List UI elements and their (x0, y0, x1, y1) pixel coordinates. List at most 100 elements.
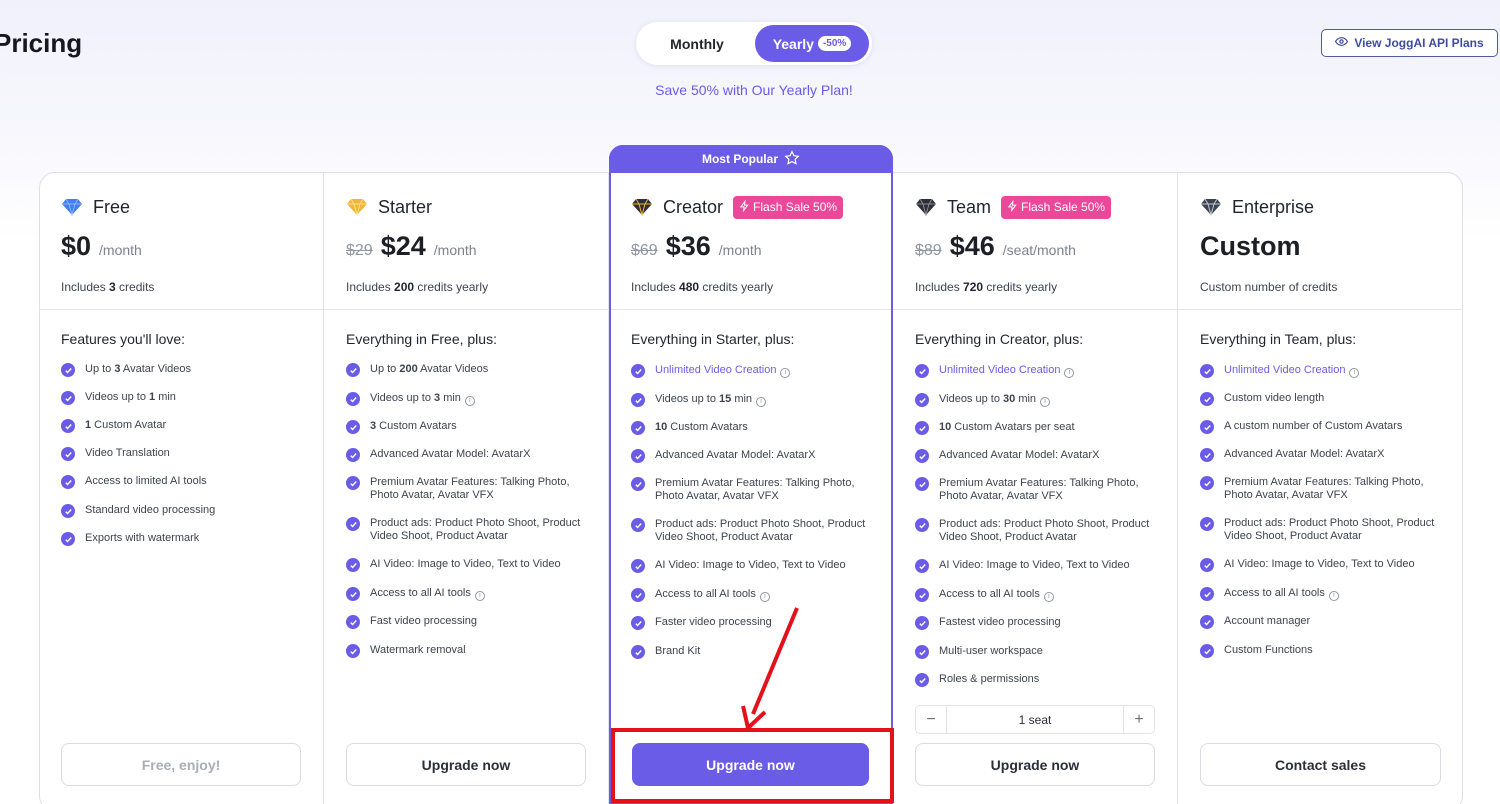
toggle-yearly[interactable]: Yearly -50% (755, 25, 869, 62)
check-icon (1200, 517, 1214, 531)
upgrade-now-button[interactable]: Upgrade now (346, 743, 586, 786)
feature-text-main: Unlimited Video Creation (1224, 364, 1346, 376)
credits-prefix: Includes (915, 280, 964, 294)
feature-item: 3 Custom Avatars (346, 420, 590, 434)
info-icon[interactable]: i (756, 396, 767, 407)
feature-text: Videos up to 30 min i (939, 393, 1051, 407)
seat-decrement-button[interactable]: − (916, 706, 946, 733)
check-icon (631, 616, 645, 630)
feature-item: Watermark removal (346, 644, 590, 658)
feature-text: Unlimited Video Creation i (1224, 364, 1360, 378)
feature-text: Advanced Avatar Model: AvatarX (939, 449, 1099, 462)
check-icon (1200, 558, 1214, 572)
seat-count[interactable]: 1 seat (946, 706, 1124, 733)
feature-text: Standard video processing (85, 504, 215, 517)
check-icon (915, 616, 929, 630)
check-icon (1200, 420, 1214, 434)
feature-item: Standard video processing (61, 504, 305, 518)
info-icon[interactable]: i (464, 395, 475, 406)
feature-text: Premium Avatar Features: Talking Photo, … (1224, 476, 1445, 502)
check-icon (346, 420, 360, 434)
info-icon[interactable]: i (1328, 590, 1339, 601)
feature-text-main: Product ads: Product Photo Shoot, Produc… (1224, 517, 1435, 542)
billing-toggle[interactable]: Monthly Yearly -50% (636, 22, 872, 65)
feature-text-main: Fast video processing (370, 615, 477, 627)
feature-text-rest: Custom Avatar (91, 419, 167, 431)
feature-text-main: AI Video: Image to Video, Text to Video (1224, 558, 1415, 570)
feature-text-main: Multi-user workspace (939, 645, 1043, 657)
feature-text: 3 Custom Avatars (370, 420, 457, 433)
check-icon (631, 559, 645, 573)
plan-credits: Custom number of credits (1200, 280, 1441, 294)
check-icon (915, 393, 929, 407)
check-icon (1200, 392, 1214, 406)
contact-sales-button[interactable]: Contact sales (1200, 743, 1441, 786)
info-icon[interactable]: i (780, 367, 791, 378)
feature-text-rest: Avatar Videos (120, 363, 192, 375)
feature-item: Unlimited Video Creation i (631, 364, 874, 378)
feature-item: Advanced Avatar Model: AvatarX (915, 449, 1159, 463)
feature-text-main: Videos up to (939, 393, 1004, 405)
credits-suffix: credits yearly (699, 280, 774, 294)
feature-text-main: Advanced Avatar Model: AvatarX (370, 448, 531, 460)
diamond-blue-icon (61, 196, 83, 218)
feature-text-rest: Avatar Videos (417, 363, 489, 375)
feature-text: A custom number of Custom Avatars (1224, 420, 1402, 433)
plan-price: $46 (949, 231, 995, 261)
feature-text-main: Up to (370, 363, 400, 375)
free-plan-button: Free, enjoy! (61, 743, 301, 786)
plan-header: Free $0/month Includes 3 credits (39, 172, 323, 310)
check-icon (61, 363, 75, 377)
feature-item: Access to all AI tools i (915, 588, 1159, 602)
toggle-monthly[interactable]: Monthly (639, 25, 755, 62)
view-api-plans-label: View JoggAI API Plans (1354, 36, 1484, 50)
original-price: $89 (915, 242, 942, 259)
check-icon (631, 421, 645, 435)
feature-item: Up to 200 Avatar Videos (346, 363, 590, 377)
feature-item: Product ads: Product Photo Shoot, Produc… (915, 518, 1159, 544)
plan-features: Features you'll love: (39, 310, 323, 347)
feature-item: Up to 3 Avatar Videos (61, 363, 305, 377)
seat-increment-button[interactable]: + (1124, 706, 1154, 733)
feature-text: AI Video: Image to Video, Text to Video (939, 559, 1130, 572)
feature-text: 10 Custom Avatars (655, 421, 748, 434)
plan-header: Starter $29 $24/month Includes 200 credits … (324, 172, 608, 310)
feature-text-main: Premium Avatar Features: Talking Photo, … (655, 477, 855, 502)
check-icon (631, 645, 645, 659)
feature-text-count: 15 (719, 393, 732, 405)
check-icon (346, 558, 360, 572)
info-icon[interactable]: i (1040, 396, 1051, 407)
info-icon[interactable]: i (474, 590, 485, 601)
plan-features: Everything in Free, plus: (324, 310, 608, 347)
info-icon[interactable]: i (1349, 367, 1360, 378)
check-icon (346, 448, 360, 462)
diamond-gold-icon (346, 196, 368, 218)
credits-prefix: Includes (631, 280, 680, 294)
upgrade-now-button[interactable]: Upgrade now (915, 743, 1155, 786)
feature-text: Video Translation (85, 447, 170, 460)
flash-sale-label: Flash Sale 50% (753, 200, 838, 214)
info-icon[interactable]: i (759, 591, 770, 602)
feature-text: 10 Custom Avatars per seat (939, 421, 1075, 434)
plan-card-team: Team Flash Sale 50% $89 $46/seat/month Inclu… (893, 172, 1178, 804)
credits-prefix: Custom number of credits (1200, 280, 1338, 294)
check-icon (915, 518, 929, 532)
feature-text: Custom Functions (1224, 644, 1313, 657)
feature-text-main: Roles & permissions (939, 673, 1040, 685)
feature-text: Advanced Avatar Model: AvatarX (370, 448, 530, 461)
plan-card-starter: Starter $29 $24/month Includes 200 credits … (324, 172, 609, 804)
info-icon[interactable]: i (1064, 367, 1075, 378)
info-icon[interactable]: i (1043, 591, 1054, 602)
credits-amount: 3 (109, 280, 116, 294)
feature-item: Access to all AI tools i (346, 587, 590, 601)
feature-text-main: Advanced Avatar Model: AvatarX (655, 449, 816, 461)
credits-amount: 200 (394, 280, 415, 294)
feature-item: Videos up to 1 min (61, 391, 305, 405)
plan-name: Enterprise (1232, 196, 1315, 217)
view-api-plans-button[interactable]: View JoggAI API Plans (1321, 29, 1498, 57)
flash-sale-label: Flash Sale 50% (1021, 200, 1106, 214)
feature-item: Fastest video processing (915, 616, 1159, 630)
seat-stepper[interactable]: −1 seat + (915, 705, 1155, 734)
check-icon (61, 475, 75, 489)
feature-item: 10 Custom Avatars per seat (915, 421, 1159, 435)
